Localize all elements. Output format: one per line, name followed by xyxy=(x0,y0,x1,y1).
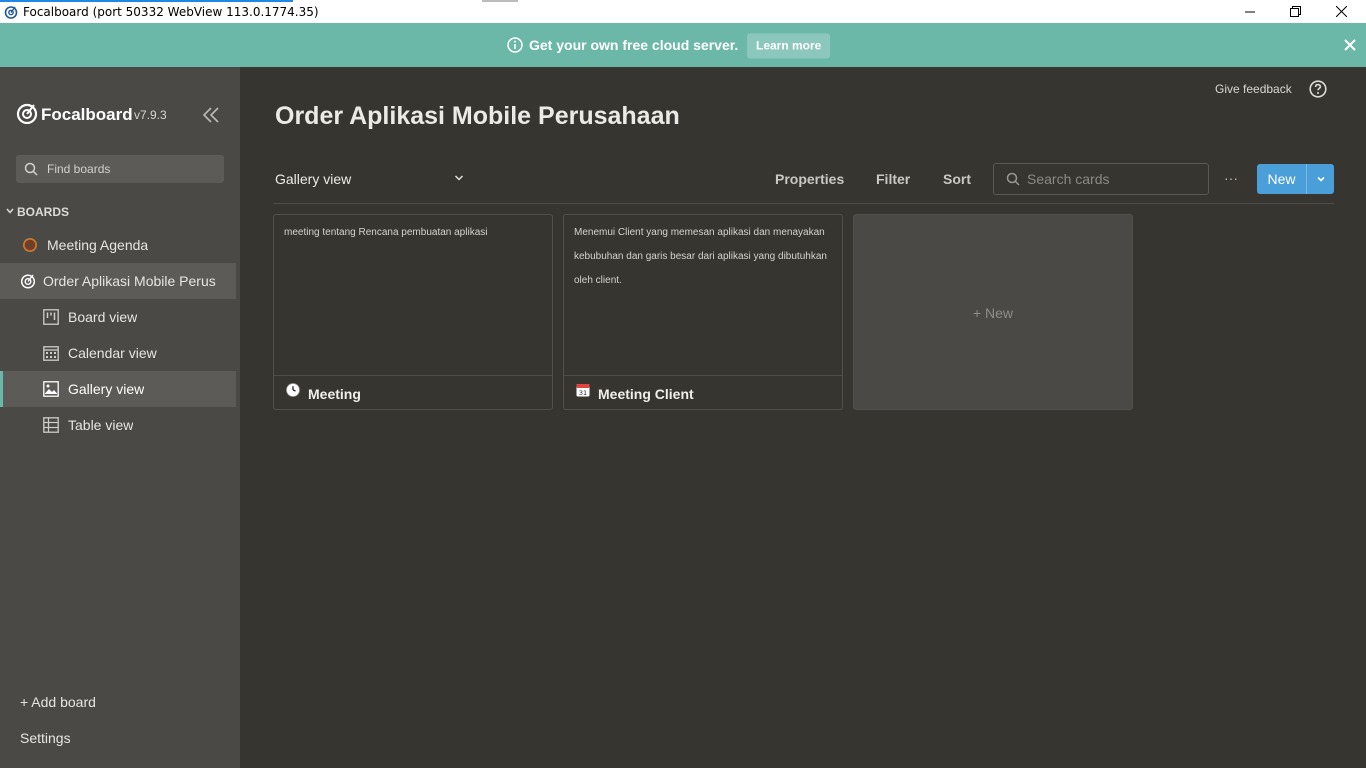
close-icon xyxy=(1335,6,1347,17)
card-footer: 31 Meeting Client xyxy=(564,375,842,410)
add-card-tile[interactable]: + New xyxy=(853,214,1133,410)
cloud-server-banner: Get your own free cloud server. Learn mo… xyxy=(0,23,1366,67)
loading-progress-bar-secondary xyxy=(482,0,518,2)
table-view-icon xyxy=(43,417,59,433)
learn-more-button[interactable]: Learn more xyxy=(747,33,831,59)
filter-button[interactable]: Filter xyxy=(876,171,910,187)
search-cards-input[interactable] xyxy=(1025,170,1200,188)
gallery-view-icon xyxy=(43,381,59,397)
chevron-down-icon xyxy=(6,208,14,214)
sidebar-board-order-aplikasi[interactable]: Order Aplikasi Mobile Perus xyxy=(0,263,236,299)
focalboard-logo-icon xyxy=(4,6,18,19)
boards-section-header[interactable]: BOARDS xyxy=(0,203,240,223)
sidebar-item-label: Board view xyxy=(68,309,138,325)
sidebar-board-meeting-agenda[interactable]: Meeting Agenda xyxy=(0,227,236,263)
svg-text:31: 31 xyxy=(579,389,587,397)
more-options-button[interactable]: ··· xyxy=(1224,170,1238,186)
calendar-emoji-icon: 31 xyxy=(576,384,590,397)
boards-section-label: BOARDS xyxy=(17,205,70,219)
chevron-down-icon[interactable] xyxy=(453,172,465,184)
sidebar-item-label: Meeting Agenda xyxy=(47,237,149,253)
add-board-button[interactable]: + Add board xyxy=(20,694,96,710)
help-icon[interactable] xyxy=(1309,80,1327,98)
add-card-label: + New xyxy=(972,305,1014,321)
sort-button[interactable]: Sort xyxy=(943,171,971,187)
window-titlebar: Focalboard (port 50332 WebView 113.0.177… xyxy=(0,0,1366,23)
find-boards-input[interactable]: Find boards xyxy=(16,155,224,183)
card-title: Meeting Client xyxy=(598,386,694,402)
donut-emoji-icon xyxy=(23,238,37,252)
calendar-view-icon xyxy=(43,346,59,361)
page-title[interactable]: Order Aplikasi Mobile Perusahaan xyxy=(275,102,680,131)
card-footer: Meeting xyxy=(274,375,552,410)
info-icon xyxy=(507,37,523,53)
chevron-down-icon xyxy=(1317,176,1325,182)
sidebar: Focalboard v7.9.3 Find boards BOARDS Mee… xyxy=(0,67,240,768)
sidebar-item-label: Calendar view xyxy=(68,345,157,361)
sidebar-view-calendar[interactable]: Calendar view xyxy=(0,335,236,371)
sidebar-view-table[interactable]: Table view xyxy=(0,407,236,443)
clock-emoji-icon xyxy=(286,383,300,397)
collapse-sidebar-icon[interactable] xyxy=(201,105,221,125)
toolbar-divider xyxy=(273,203,1334,204)
card-content-preview: Menemui Client yang memesan aplikasi dan… xyxy=(574,227,827,286)
focalboard-board-icon xyxy=(20,274,36,289)
settings-button[interactable]: Settings xyxy=(20,730,71,746)
close-window-button[interactable] xyxy=(1318,0,1364,23)
new-card-dropdown-button[interactable] xyxy=(1306,164,1334,194)
restore-icon xyxy=(1289,6,1301,17)
sidebar-item-label: Table view xyxy=(68,417,134,433)
search-icon xyxy=(24,162,38,176)
sidebar-item-label: Order Aplikasi Mobile Perus xyxy=(43,273,216,289)
card-content-preview: meeting tentang Rencana pembuatan aplika… xyxy=(284,227,488,238)
search-cards-box[interactable] xyxy=(993,163,1209,195)
minimize-button[interactable] xyxy=(1227,0,1273,23)
minimize-icon xyxy=(1245,11,1255,12)
card-title: Meeting xyxy=(308,386,361,402)
search-icon xyxy=(1006,172,1020,186)
version-label: v7.9.3 xyxy=(134,108,167,122)
banner-message: Get your own free cloud server. xyxy=(529,37,739,53)
view-selector[interactable]: Gallery view xyxy=(275,171,351,187)
restore-button[interactable] xyxy=(1272,0,1318,23)
loading-progress-bar xyxy=(0,0,293,2)
gallery-card[interactable]: meeting tentang Rencana pembuatan aplika… xyxy=(273,214,553,410)
find-boards-placeholder: Find boards xyxy=(47,162,111,176)
give-feedback-link[interactable]: Give feedback xyxy=(1215,82,1292,96)
board-main: Give feedback Order Aplikasi Mobile Peru… xyxy=(240,67,1366,768)
window-title: Focalboard (port 50332 WebView 113.0.177… xyxy=(23,5,319,19)
board-view-icon xyxy=(43,309,59,325)
new-card-button[interactable]: New xyxy=(1257,164,1306,194)
sidebar-view-gallery[interactable]: Gallery view xyxy=(0,371,236,407)
sidebar-view-board[interactable]: Board view xyxy=(0,299,236,335)
focalboard-logo-icon xyxy=(16,103,38,124)
gallery-card[interactable]: Menemui Client yang memesan aplikasi dan… xyxy=(563,214,843,410)
sidebar-item-label: Gallery view xyxy=(68,381,145,397)
brand-name: Focalboard xyxy=(41,105,133,124)
banner-close-icon[interactable] xyxy=(1342,37,1358,53)
properties-button[interactable]: Properties xyxy=(775,171,844,187)
